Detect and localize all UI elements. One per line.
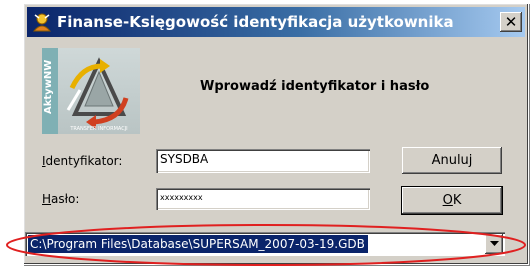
user-key-icon: [32, 13, 52, 32]
database-path-combobox[interactable]: C:\Program Files\Database\SUPERSAM_2007-…: [25, 232, 505, 256]
password-label-accesskey: H: [42, 192, 52, 206]
close-icon: ✕: [504, 12, 518, 31]
password-label: Hasło:: [42, 192, 79, 206]
identifier-label-text: dentyfikator:: [45, 154, 123, 168]
app-logo: AktywNW TRANSFER INFORMACJI: [42, 48, 140, 134]
triangle-arrows-logo: [66, 57, 129, 129]
database-path-value: C:\Program Files\Database\SUPERSAM_2007-…: [28, 235, 368, 253]
ok-button-accesskey: O: [442, 193, 453, 208]
ok-button[interactable]: OK: [401, 186, 503, 215]
login-dialog: Finanse-Księgowość identyfikacja użytkow…: [23, 3, 529, 265]
password-input[interactable]: xxxxxxxxx: [156, 188, 370, 210]
password-label-text: asło:: [51, 192, 80, 206]
logo-tagline: TRANSFER INFORMACJI: [70, 126, 128, 132]
dialog-heading: Wprowadź identyfikator i hasło: [200, 79, 430, 94]
title-bar[interactable]: Finanse-Księgowość identyfikacja użytkow…: [27, 7, 525, 37]
identifier-label: Identyfikator:: [42, 154, 122, 168]
cancel-button[interactable]: Anuluj: [402, 147, 502, 174]
ok-button-text: K: [452, 193, 462, 208]
identifier-input[interactable]: SYSDBA: [156, 149, 370, 173]
chevron-down-icon: [489, 241, 499, 246]
dropdown-button[interactable]: [485, 234, 503, 254]
close-button[interactable]: ✕: [500, 12, 522, 32]
window-title: Finanse-Księgowość identyfikacja użytkow…: [57, 13, 454, 31]
